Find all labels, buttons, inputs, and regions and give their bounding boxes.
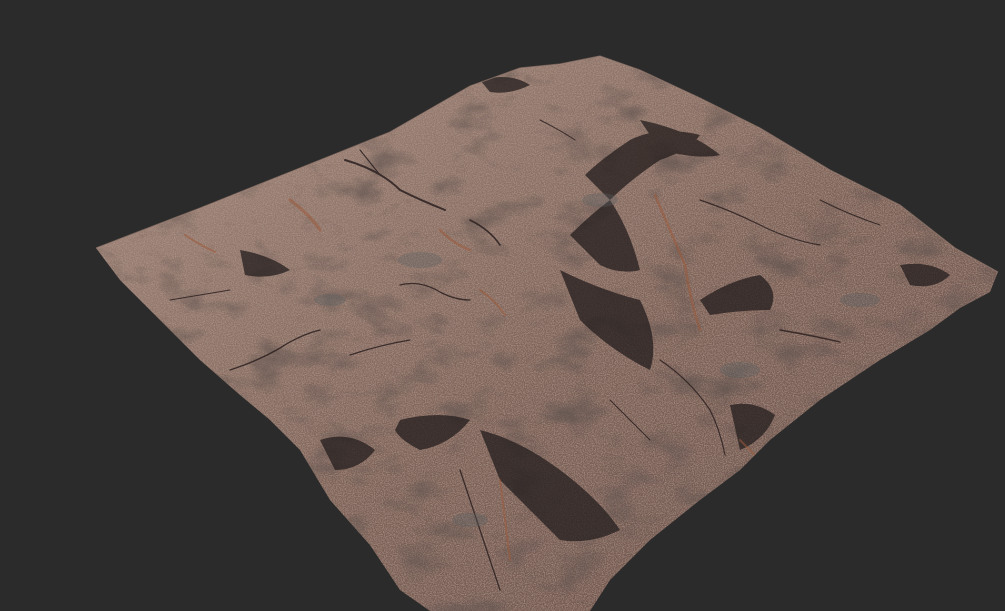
3d-viewport[interactable] <box>0 0 1005 611</box>
terrain-heightmap-render[interactable] <box>0 0 1005 611</box>
